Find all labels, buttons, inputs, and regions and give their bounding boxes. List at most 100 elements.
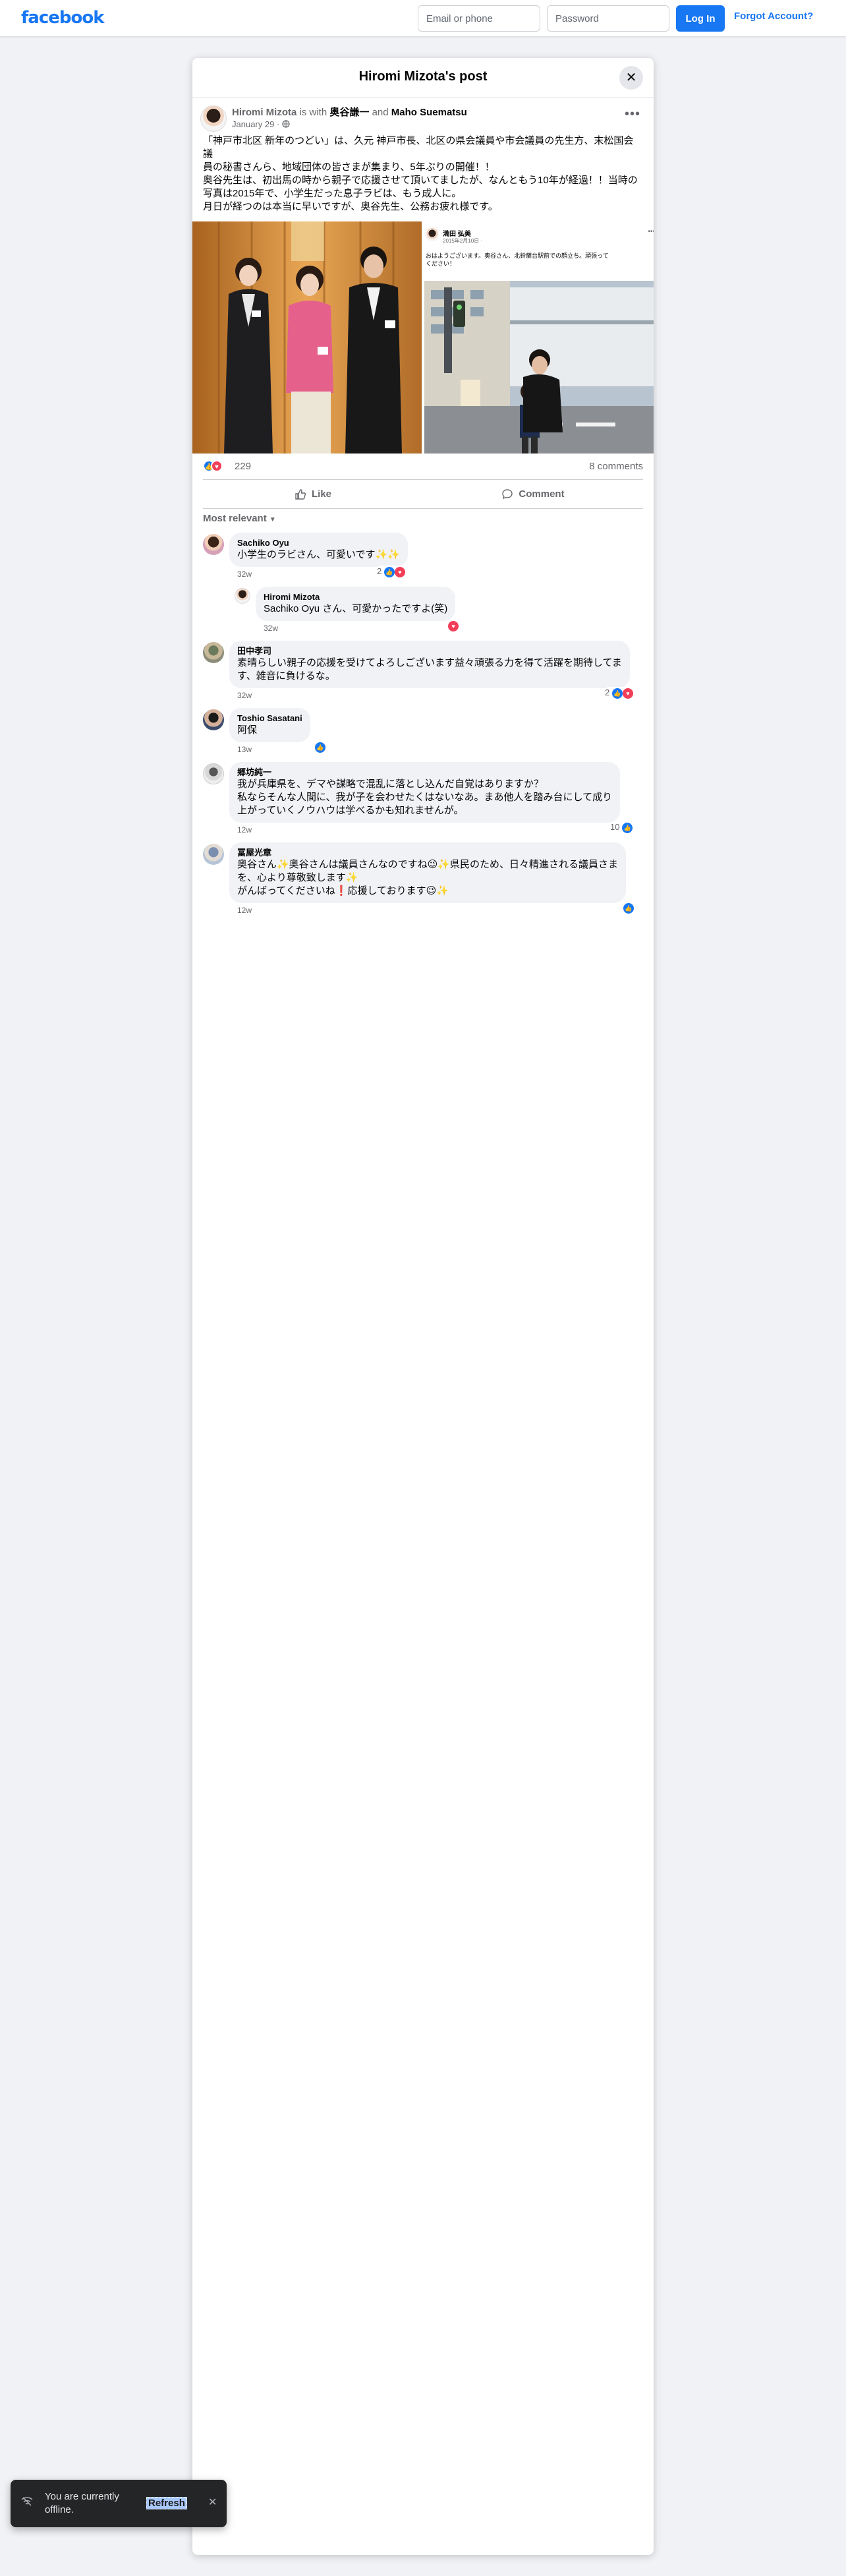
commenter-avatar[interactable] — [235, 588, 250, 604]
reaction-stats: 👍 ♥ 229 8 comments — [203, 454, 643, 480]
post-text-line: 員の秘書さんら、地域団体の皆さまが集まり、5年ぶりの開催！！ — [203, 161, 495, 173]
email-input[interactable] — [418, 5, 540, 32]
password-input[interactable] — [547, 5, 669, 32]
shared-more-icon: ••• — [648, 228, 654, 235]
comment-text: Sachiko Oyu さん、可愛かったですよ(笑) — [264, 603, 448, 614]
action-bar: Like Comment — [203, 480, 643, 509]
reaction-count: 2 — [605, 688, 610, 697]
comment-text: 阿保 — [237, 724, 258, 736]
thumbs-up-icon — [295, 488, 306, 500]
comment-bubble: Hiromi Mizota Sachiko Oyu さん、可愛かったですよ(笑) — [256, 587, 456, 621]
commenter-avatar[interactable] — [203, 534, 224, 555]
comment: 郷坊純一 我が兵庫県を、デマや謀略で混乱に落とし込んだ自覚はありますか？ 私なら… — [203, 762, 643, 836]
comment-bubble: 郷坊純一 我が兵庫県を、デマや謀略で混乱に落とし込んだ自覚はありますか？ 私なら… — [229, 762, 621, 823]
commenter-name[interactable]: Toshio Sasatani — [237, 713, 302, 724]
offline-message: You are currently offline. — [45, 2491, 119, 2515]
post-dialog: Hiromi Mizota's post ✕ Hiromi Mizota is … — [192, 58, 654, 2555]
commenter-avatar[interactable] — [203, 763, 224, 784]
like-button[interactable]: Like — [203, 480, 423, 508]
comment-reactions[interactable]: 👍 — [314, 741, 327, 753]
comment-reactions[interactable]: 👍 — [622, 902, 635, 914]
post-text-line: 月日が経つのは本当に早いですが、奥谷先生、公務お疲れ様です。 — [203, 201, 498, 212]
sort-label: Most relevant — [203, 513, 267, 524]
post-meta: January 29 · — [232, 119, 290, 129]
comment-time[interactable]: 13w — [237, 745, 643, 755]
dialog-title: Hiromi Mizota's post — [358, 69, 488, 84]
commenter-name[interactable]: Sachiko Oyu — [237, 538, 400, 548]
comment: 冨屋光章 奥谷さん✨奥谷さんは議員さんなのですね😉✨県民のため、日々精進される議… — [203, 842, 643, 916]
reaction-count: 10 — [610, 822, 620, 832]
post-text-line: 「神戸市北区 新年のつどい」は、久元 神戸市長、北区の県会議員や市会議員の先生方… — [203, 135, 634, 160]
forgot-account-link[interactable]: Forgot Account? — [734, 11, 813, 22]
comment-label: Comment — [519, 488, 565, 500]
dialog-header: Hiromi Mizota's post ✕ — [192, 58, 654, 98]
author-avatar[interactable] — [200, 105, 227, 132]
like-reaction-icon: 👍 — [611, 688, 623, 699]
comment-reactions[interactable]: 10 👍 — [609, 821, 634, 833]
login-button[interactable]: Log In — [676, 5, 725, 32]
commenter-name[interactable]: 冨屋光章 — [237, 848, 618, 858]
shared-caption-line: ください！ — [426, 260, 456, 267]
comment-time[interactable]: 32w — [237, 570, 643, 580]
author-name[interactable]: Hiromi Mizota — [232, 107, 296, 118]
comment-count[interactable]: 8 comments — [589, 461, 643, 472]
globe-icon — [282, 119, 290, 129]
reaction-count: 2 — [377, 566, 382, 576]
close-button[interactable]: ✕ — [619, 66, 643, 90]
group-photo-illustration — [192, 221, 422, 454]
comment-reactions[interactable]: 2 👍 ♥ — [604, 687, 634, 699]
reaction-count[interactable]: 229 — [235, 461, 251, 472]
commenter-avatar[interactable] — [203, 709, 224, 730]
comment-reactions[interactable]: 2 👍 ♥ — [376, 566, 407, 577]
commenter-name[interactable]: 郷坊純一 — [237, 767, 612, 778]
shared-post-date: 2015年2月10日 · — [443, 238, 483, 244]
commenter-name[interactable]: 田中孝司 — [237, 646, 622, 657]
close-icon[interactable]: ✕ — [208, 2496, 217, 2509]
post-text-line: 奥谷先生は、初出馬の時から親子で応援させて頂いてましたが、なんともう10年が経過… — [203, 175, 638, 186]
commenter-avatar[interactable] — [203, 642, 224, 663]
offline-toast: You are currently offline. Refresh ✕ — [11, 2480, 227, 2527]
like-reaction-icon: 👍 — [623, 902, 634, 914]
close-icon: ✕ — [625, 71, 637, 85]
comment-bubble: Sachiko Oyu 小学生のラビさん、可愛いです✨✨ — [229, 533, 408, 567]
refresh-button[interactable]: Refresh — [146, 2497, 187, 2509]
comment-time[interactable]: 12w — [237, 906, 643, 916]
post-photos: 満田 弘美 2015年2月10日 · ••• おはようございます。奥谷さん、北鈴… — [192, 221, 654, 454]
tagged-person-1[interactable]: 奥谷謙一 — [329, 107, 369, 118]
comment-text-line: 我が兵庫県を、デマや謀略で混乱に落とし込んだ自覚はありますか？ — [237, 778, 544, 790]
tagged-person-2[interactable]: Maho Suematsu — [391, 107, 467, 118]
post-header: Hiromi Mizota is with 奥谷謙一 and Maho Suem… — [192, 98, 654, 134]
post-text: 「神戸市北区 新年のつどい」は、久元 神戸市長、北区の県会議員や市会議員の先生方… — [192, 134, 654, 221]
with-text: is with — [299, 107, 327, 118]
shared-post-header: 満田 弘美 2015年2月10日 · ••• おはようございます。奥谷さん、北鈴… — [424, 221, 654, 281]
love-reaction-icon: ♥ — [394, 566, 405, 577]
facebook-logo[interactable]: facebook — [21, 8, 105, 28]
comment-text-line: 私ならそんな人間に、我が子を会わせたくはないなあ。まあ他人を踏み台にして成り — [237, 792, 613, 803]
photo-group-event[interactable] — [192, 221, 422, 454]
commenter-name[interactable]: Hiromi Mizota — [264, 592, 447, 602]
like-label: Like — [311, 488, 331, 500]
top-navbar: facebook Log In Forgot Account? — [0, 0, 846, 37]
like-reaction-icon: 👍 — [383, 566, 395, 577]
post-date[interactable]: January 29 — [232, 119, 274, 129]
comment-reactions[interactable]: ♥ — [447, 620, 460, 631]
comment-bubble: 冨屋光章 奥谷さん✨奥谷さんは議員さんなのですね😉✨県民のため、日々精進される議… — [229, 842, 626, 903]
author-line: Hiromi Mizota is with 奥谷謙一 and Maho Suem… — [232, 105, 467, 119]
commenter-avatar[interactable] — [203, 844, 224, 865]
love-reaction-icon: ♥ — [448, 620, 459, 631]
comment-time[interactable]: 32w — [237, 691, 643, 701]
comment: Toshio Sasatani 阿保 13w 👍 — [203, 708, 643, 755]
comments-list: Sachiko Oyu 小学生のラビさん、可愛いです✨✨ 32w 2 👍 ♥ Hi… — [192, 530, 654, 916]
comment-text-line: がんばってくださいね❗応援しております😉✨ — [237, 885, 449, 896]
comment-text: 小学生のラビさん、可愛いです✨✨ — [237, 549, 400, 560]
comment-button[interactable]: Comment — [423, 480, 643, 508]
photo-shared-memory[interactable]: 満田 弘美 2015年2月10日 · ••• おはようございます。奥谷さん、北鈴… — [424, 221, 654, 454]
more-options-icon[interactable]: ••• — [622, 107, 643, 125]
shared-author-avatar — [426, 228, 439, 241]
comment-time[interactable]: 12w — [237, 825, 643, 836]
like-reaction-icon: 👍 — [315, 742, 325, 753]
reaction-icons[interactable]: 👍 ♥ — [203, 460, 223, 472]
comment: 田中孝司 素晴らしい親子の応援を受けてよろしございます益々頑張る力を得て活躍を期… — [203, 641, 643, 701]
comment-text: 素晴らしい親子の応援を受けてよろしございます益々頑張る力を得て活躍を期待してます… — [237, 657, 622, 682]
comment-sort[interactable]: Most relevant ▼ — [192, 509, 654, 530]
